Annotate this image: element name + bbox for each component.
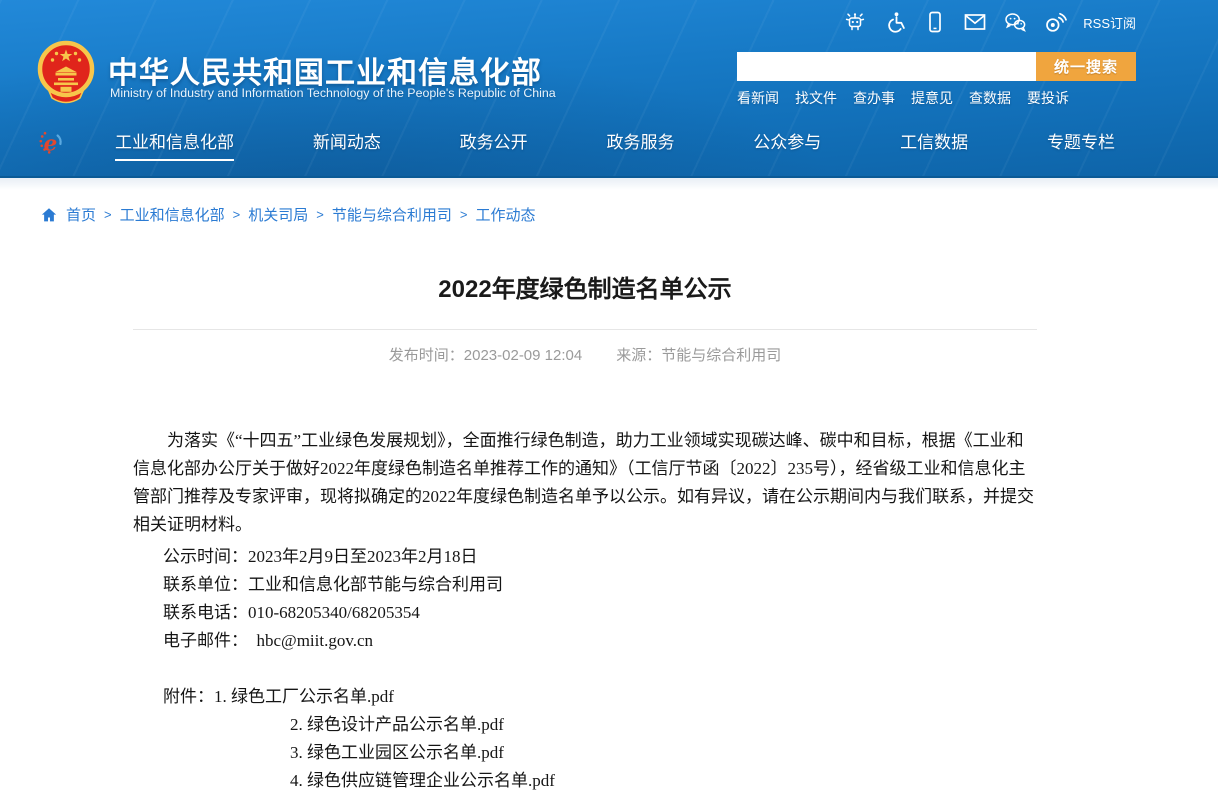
home-icon[interactable] bbox=[40, 206, 58, 224]
publish-time: 2023-02-09 12:04 bbox=[464, 347, 582, 364]
rss-subscribe-link[interactable]: RSS订阅 bbox=[1083, 13, 1136, 32]
breadcrumb-separator: > bbox=[460, 207, 468, 222]
site-header: RSS订阅 中华人民共和国工业和信息化部 Ministry of Industr… bbox=[0, 0, 1218, 178]
quick-link-complaints[interactable]: 要投诉 bbox=[1027, 88, 1069, 108]
mail-icon[interactable] bbox=[963, 10, 987, 34]
quick-link-news[interactable]: 看新闻 bbox=[737, 88, 779, 108]
site-subtitle-en: Ministry of Industry and Information Tec… bbox=[110, 86, 556, 100]
nav-item-public-participation[interactable]: 公众参与 bbox=[753, 128, 821, 161]
contact-email-line: 电子邮件： hbc@miit.gov.cn bbox=[133, 627, 1037, 655]
nav-item-special-topics[interactable]: 专题专栏 bbox=[1047, 128, 1115, 161]
weibo-icon[interactable] bbox=[1043, 10, 1067, 34]
wechat-icon[interactable] bbox=[1003, 10, 1027, 34]
attachment-green-design-products-pdf[interactable]: 2. 绿色设计产品公示名单.pdf bbox=[290, 715, 504, 734]
quick-link-data[interactable]: 查数据 bbox=[969, 88, 1011, 108]
breadcrumb-separator: > bbox=[104, 207, 112, 222]
utility-icon-bar: RSS订阅 bbox=[843, 10, 1136, 34]
attachment-green-industrial-parks-pdf[interactable]: 3. 绿色工业园区公示名单.pdf bbox=[290, 743, 504, 762]
attachments-label: 附件： bbox=[163, 687, 214, 706]
attachments-list: 附件：1. 绿色工厂公示名单.pdf 2. 绿色设计产品公示名单.pdf 3. … bbox=[133, 683, 1037, 795]
article: 2022年度绿色制造名单公示 发布时间：2023-02-09 12:04 来源：节… bbox=[133, 275, 1037, 795]
header-bottom-strip bbox=[0, 178, 1218, 190]
search-input[interactable] bbox=[737, 52, 1036, 81]
nav-item-gov-services[interactable]: 政务服务 bbox=[606, 128, 674, 161]
contact-unit-line: 联系单位：工业和信息化部节能与综合利用司 bbox=[133, 571, 1037, 599]
nav-item-industry-data[interactable]: 工信数据 bbox=[900, 128, 968, 161]
breadcrumb-work-updates[interactable]: 工作动态 bbox=[475, 204, 535, 225]
search-bar: 统一搜索 bbox=[737, 52, 1136, 81]
breadcrumb-separator: > bbox=[316, 207, 324, 222]
publicity-period-line: 公示时间：2023年2月9日至2023年2月18日 bbox=[133, 543, 1037, 571]
attachment-green-factory-pdf[interactable]: 1. 绿色工厂公示名单.pdf bbox=[214, 687, 394, 706]
publish-time-label: 发布时间： bbox=[389, 347, 464, 364]
article-meta: 发布时间：2023-02-09 12:04 来源：节能与综合利用司 bbox=[133, 344, 1037, 365]
svg-text:e: e bbox=[44, 131, 58, 156]
article-body: 为落实《“十四五”工业绿色发展规划》，全面推行绿色制造，助力工业领域实现碳达峰、… bbox=[133, 427, 1037, 795]
miit-e-logo: e bbox=[38, 127, 66, 159]
quick-link-services[interactable]: 查办事 bbox=[853, 88, 895, 108]
national-emblem[interactable] bbox=[36, 38, 96, 112]
main-nav: 工业和信息化部 新闻动态 政务公开 政务服务 公众参与 工信数据 专题专栏 bbox=[115, 128, 1115, 161]
quick-link-documents[interactable]: 找文件 bbox=[795, 88, 837, 108]
article-paragraph: 为落实《“十四五”工业绿色发展规划》，全面推行绿色制造，助力工业领域实现碳达峰、… bbox=[133, 427, 1037, 539]
source-label: 来源： bbox=[616, 347, 661, 364]
search-button[interactable]: 统一搜索 bbox=[1036, 52, 1136, 81]
quick-links: 看新闻 找文件 查办事 提意见 查数据 要投诉 bbox=[737, 88, 1069, 108]
nav-item-gov-affairs[interactable]: 政务公开 bbox=[460, 128, 528, 161]
robot-assistant-icon[interactable] bbox=[843, 10, 867, 34]
quick-link-suggestions[interactable]: 提意见 bbox=[911, 88, 953, 108]
nav-item-miit[interactable]: 工业和信息化部 bbox=[115, 128, 234, 161]
accessibility-icon[interactable] bbox=[883, 10, 907, 34]
breadcrumb-energy-dept[interactable]: 节能与综合利用司 bbox=[332, 204, 452, 225]
source: 节能与综合利用司 bbox=[661, 347, 781, 364]
breadcrumb-separator: > bbox=[233, 207, 241, 222]
contact-phone-line: 联系电话：010-68205340/68205354 bbox=[133, 599, 1037, 627]
title-divider bbox=[133, 329, 1037, 330]
article-title: 2022年度绿色制造名单公示 bbox=[133, 275, 1037, 305]
breadcrumb-miit[interactable]: 工业和信息化部 bbox=[120, 204, 225, 225]
breadcrumb-departments[interactable]: 机关司局 bbox=[248, 204, 308, 225]
nav-item-news[interactable]: 新闻动态 bbox=[313, 128, 381, 161]
mobile-icon[interactable] bbox=[923, 10, 947, 34]
breadcrumb: 首页 > 工业和信息化部 > 机关司局 > 节能与综合利用司 > 工作动态 bbox=[40, 204, 1218, 225]
breadcrumb-home[interactable]: 首页 bbox=[66, 204, 96, 225]
